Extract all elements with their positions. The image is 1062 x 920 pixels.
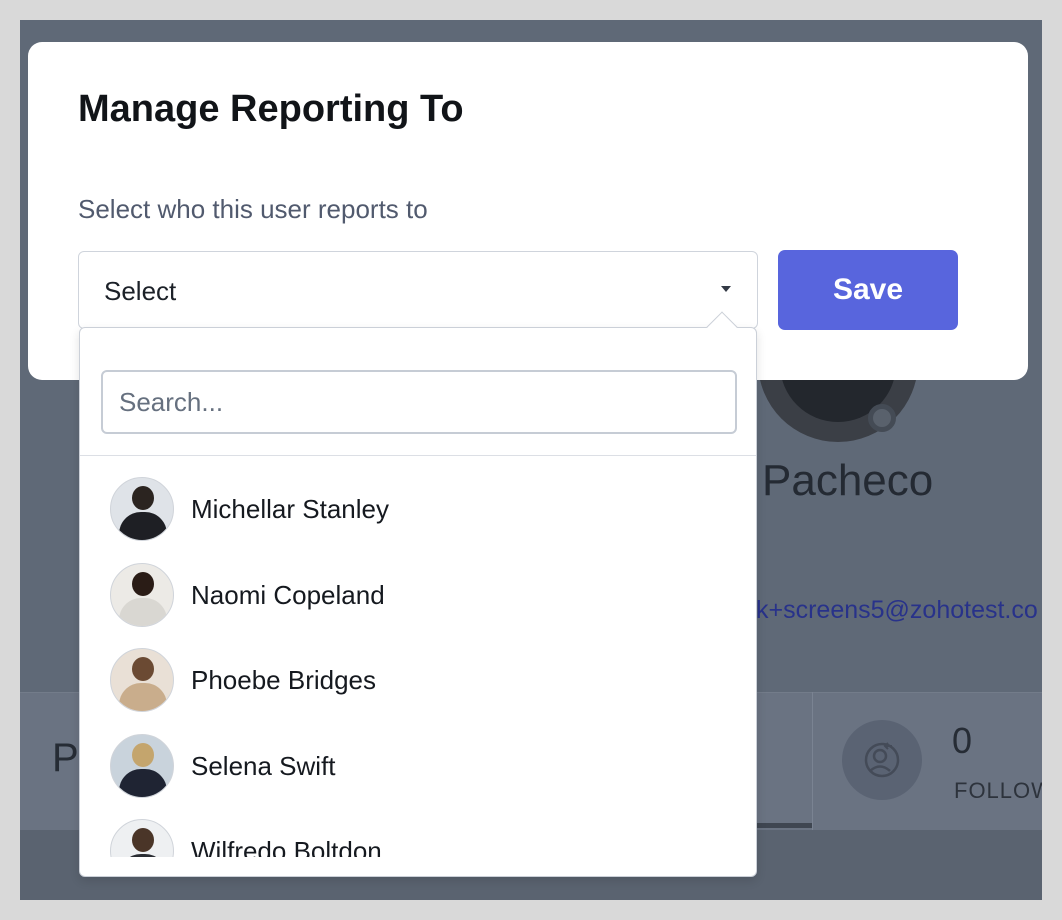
user-option-naomi-copeland[interactable]: Naomi Copeland [80, 552, 756, 638]
profile-email: k+screens5@zohotest.co [756, 596, 1038, 624]
user-avatar [110, 648, 174, 712]
save-button[interactable]: Save [778, 250, 958, 330]
user-option-name: Naomi Copeland [191, 579, 385, 610]
user-option-wilfredo-boltdon[interactable]: Wilfredo Boltdon [80, 808, 756, 857]
tab-label-fragment: P [52, 736, 79, 780]
modal-title: Manage Reporting To [78, 88, 464, 130]
reports-to-dropdown: Michellar Stanley Naomi Copeland Phoebe … [79, 311, 757, 877]
reports-to-select[interactable]: Select [78, 251, 758, 329]
avatar-body [119, 683, 167, 711]
user-option-name: Phoebe Bridges [191, 664, 377, 695]
avatar-head [132, 657, 154, 681]
avatar-body [119, 512, 167, 540]
stats-divider [812, 692, 813, 830]
status-dot-icon [868, 404, 896, 432]
user-option-michellar-stanley[interactable]: Michellar Stanley [80, 466, 756, 552]
avatar-body [119, 598, 167, 626]
avatar-head [132, 828, 154, 852]
user-avatar [110, 819, 174, 857]
user-avatar [110, 477, 174, 541]
followers-label: FOLLOW [954, 778, 1042, 803]
user-option-name: Michellar Stanley [191, 493, 389, 524]
user-avatar [110, 563, 174, 627]
caret-down-icon [721, 286, 731, 292]
user-option-selena-swift[interactable]: Selena Swift [80, 723, 756, 809]
profile-name: Pacheco [762, 456, 934, 505]
search-input[interactable] [101, 370, 737, 434]
avatar-head [132, 486, 154, 510]
user-avatar [110, 734, 174, 798]
user-option-name: Selena Swift [191, 750, 336, 781]
avatar-head [132, 572, 154, 596]
user-option-phoebe-bridges[interactable]: Phoebe Bridges [80, 637, 756, 723]
followers-icon [842, 720, 922, 800]
avatar-body [119, 854, 167, 857]
select-value: Select [104, 276, 177, 306]
user-option-name: Wilfredo Boltdon [191, 835, 382, 858]
followers-count: 0 [952, 720, 973, 761]
avatar-body [119, 769, 167, 797]
user-options-list: Michellar Stanley Naomi Copeland Phoebe … [80, 456, 756, 857]
modal-subtitle: Select who this user reports to [78, 194, 428, 224]
avatar-head [132, 743, 154, 767]
